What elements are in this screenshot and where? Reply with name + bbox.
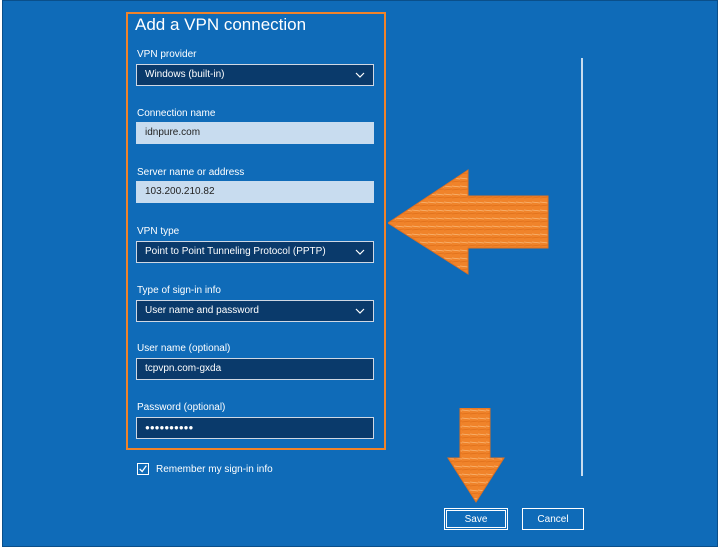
- password-value: ●●●●●●●●●●: [145, 423, 194, 432]
- connection-name-input[interactable]: idnpure.com: [136, 122, 374, 144]
- server-address-label: Server name or address: [137, 167, 245, 178]
- signin-type-value: User name and password: [145, 305, 259, 316]
- password-label: Password (optional): [137, 402, 226, 413]
- server-address-input[interactable]: 103.200.210.82: [136, 181, 374, 203]
- save-button[interactable]: Save: [444, 508, 508, 530]
- vpn-type-select[interactable]: Point to Point Tunneling Protocol (PPTP): [136, 241, 374, 263]
- remember-checkbox[interactable]: [137, 463, 149, 475]
- server-address-value: 103.200.210.82: [145, 186, 215, 197]
- connection-name-value: idnpure.com: [145, 127, 201, 138]
- username-value: tcpvpn.com-gxda: [145, 363, 222, 374]
- vpn-provider-select[interactable]: Windows (built-in): [136, 64, 374, 86]
- username-label: User name (optional): [137, 343, 231, 354]
- scrollbar[interactable]: [581, 58, 583, 476]
- check-icon: [139, 465, 147, 473]
- cancel-button[interactable]: Cancel: [522, 508, 584, 530]
- vpn-provider-label: VPN provider: [137, 49, 197, 60]
- chevron-down-icon: [355, 249, 365, 255]
- vpn-type-value: Point to Point Tunneling Protocol (PPTP): [145, 246, 326, 257]
- arrow-left-icon: [388, 169, 549, 275]
- username-input[interactable]: tcpvpn.com-gxda: [136, 358, 374, 380]
- password-input[interactable]: ●●●●●●●●●●: [136, 417, 374, 439]
- arrow-down-icon: [447, 408, 505, 503]
- connection-name-label: Connection name: [137, 108, 216, 119]
- chevron-down-icon: [355, 308, 365, 314]
- chevron-down-icon: [355, 72, 365, 78]
- vpn-provider-value: Windows (built-in): [145, 69, 225, 80]
- remember-label: Remember my sign-in info: [156, 464, 273, 475]
- vpn-type-label: VPN type: [137, 226, 180, 237]
- signin-type-select[interactable]: User name and password: [136, 300, 374, 322]
- signin-type-label: Type of sign-in info: [137, 285, 221, 296]
- dialog-title: Add a VPN connection: [135, 15, 307, 34]
